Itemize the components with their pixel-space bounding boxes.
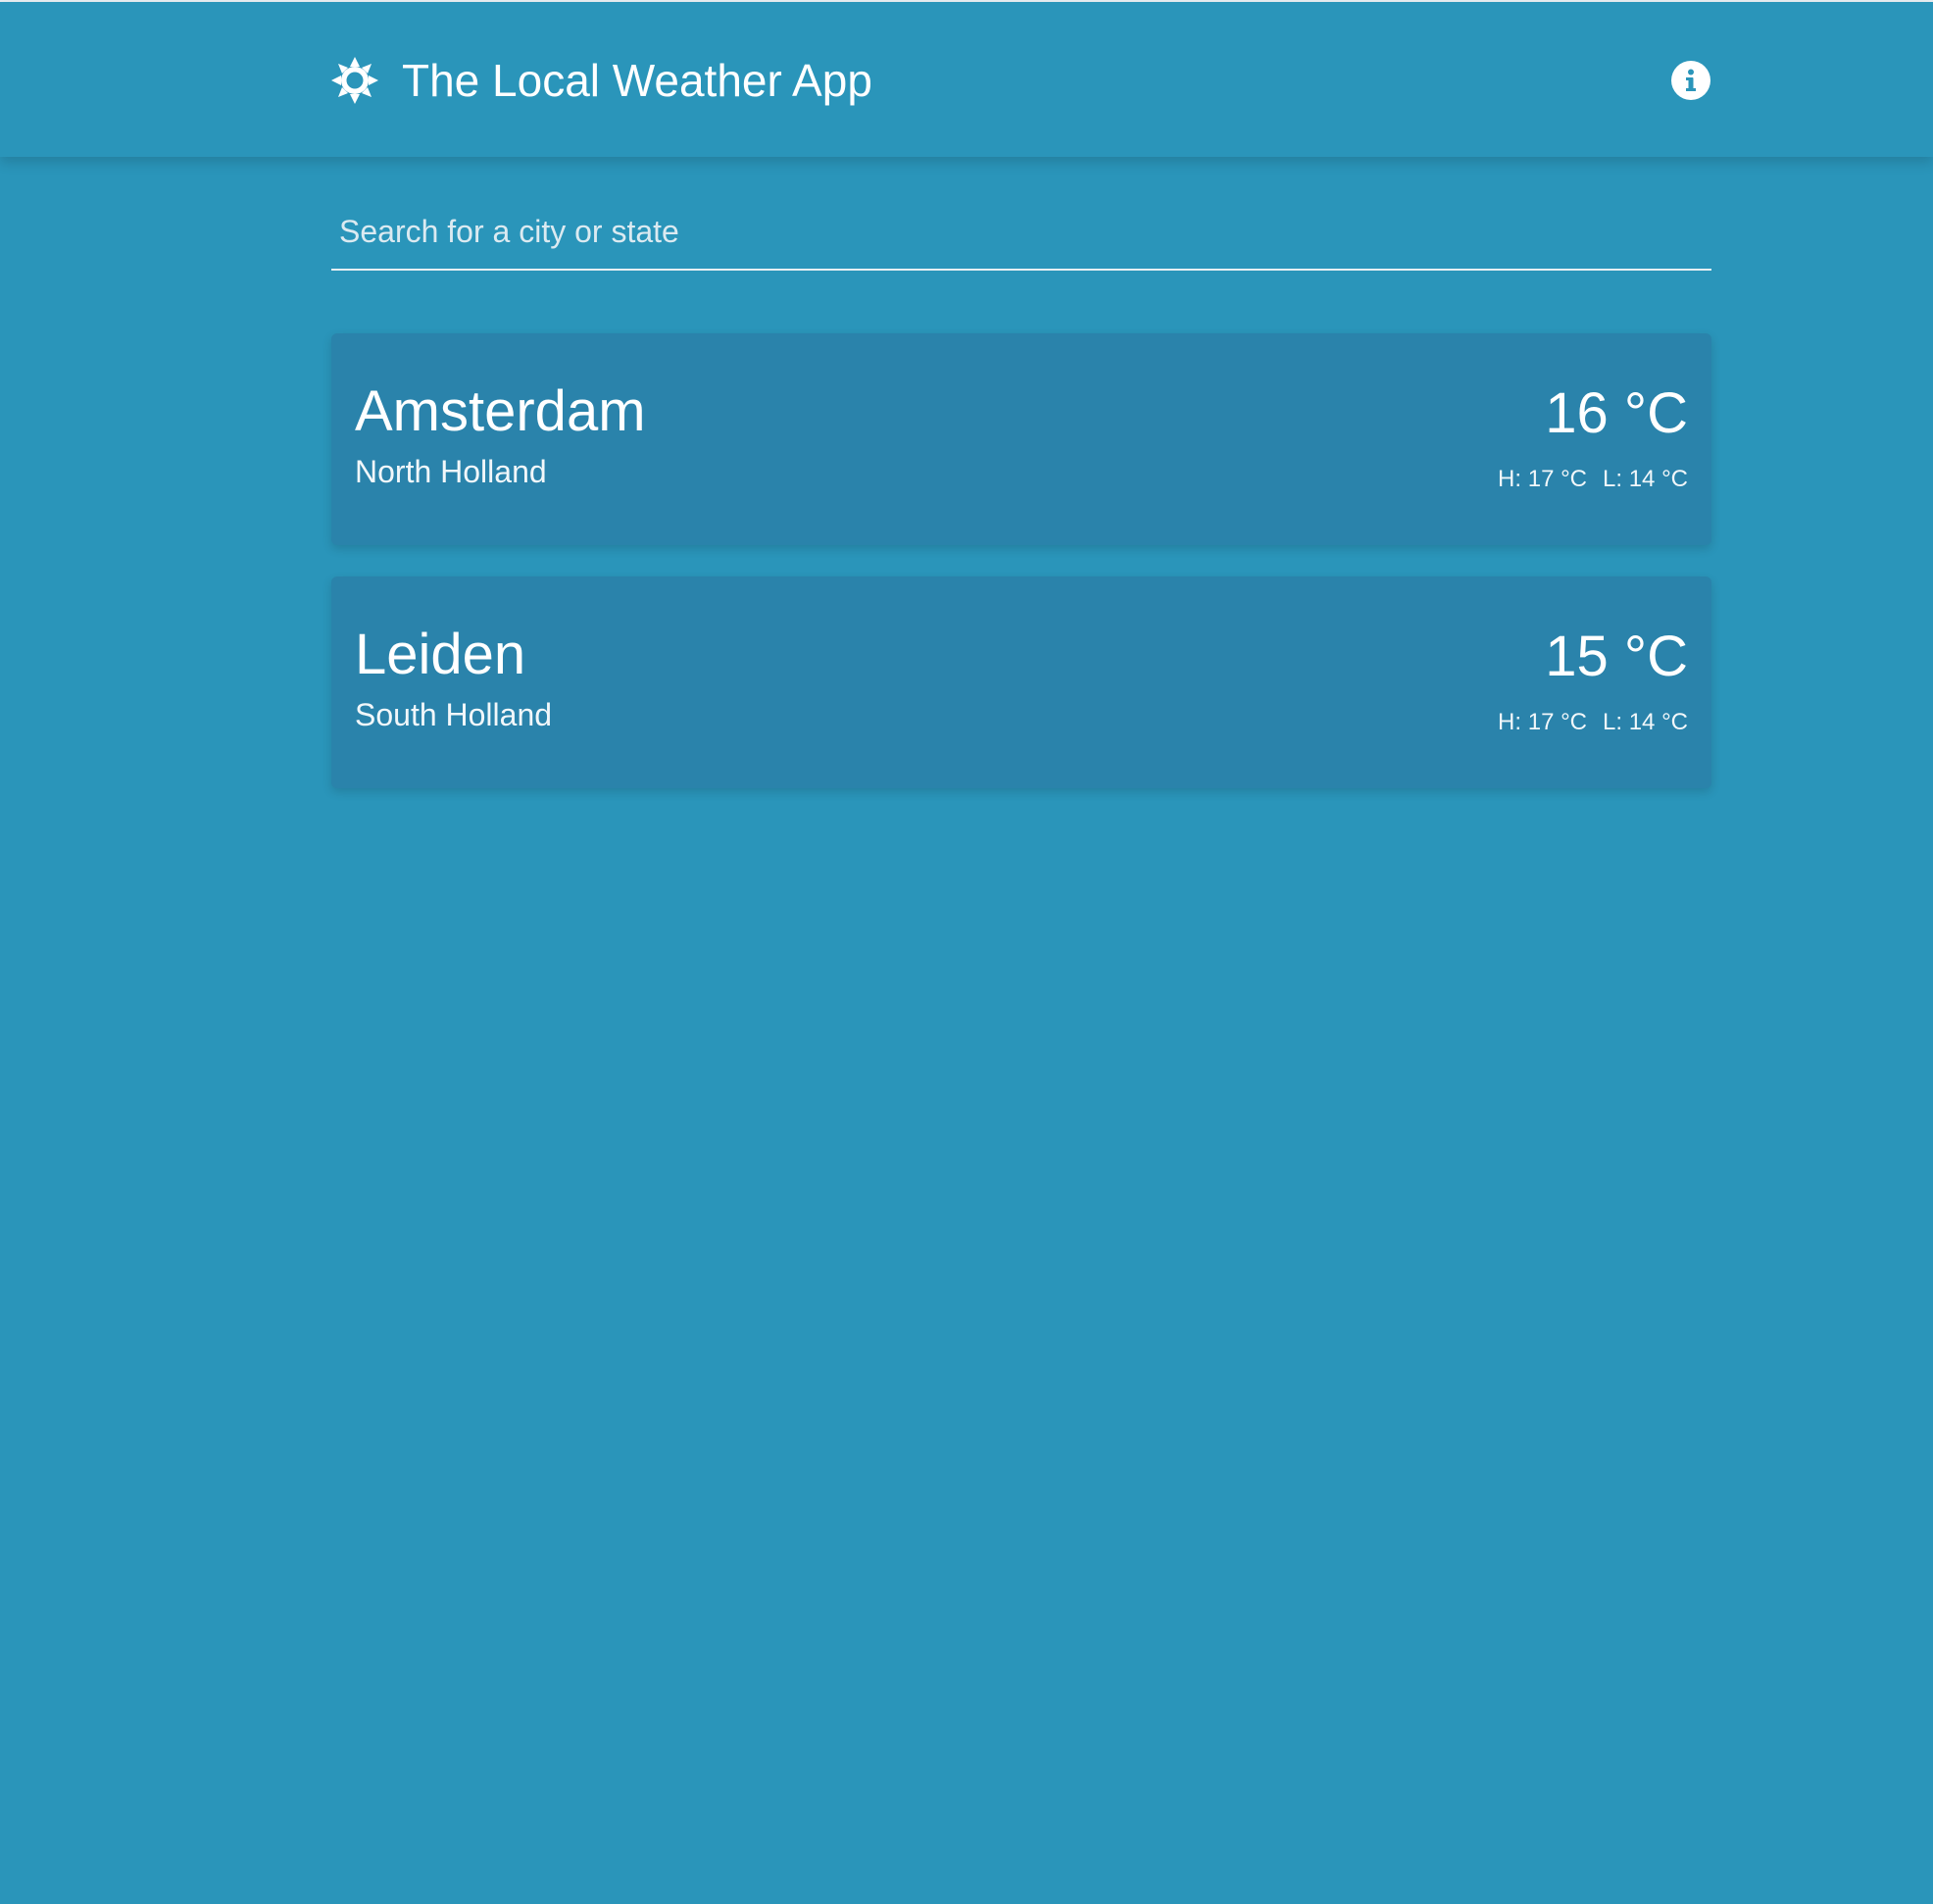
high-temperature: H: 17 °C <box>1498 709 1588 735</box>
city-region: South Holland <box>355 697 553 732</box>
brand: The Local Weather App <box>329 55 872 106</box>
search-input[interactable] <box>331 196 1711 267</box>
high-temperature: H: 17 °C <box>1498 466 1588 492</box>
current-temperature: 16 °C <box>1545 381 1688 445</box>
high-low-temperatures: H: 17 °C L: 14 °C <box>1498 465 1688 494</box>
app-header: The Local Weather App <box>0 2 1933 157</box>
city-name: Leiden <box>355 623 526 686</box>
high-low-temperatures: H: 17 °C L: 14 °C <box>1498 708 1688 737</box>
app-title: The Local Weather App <box>402 55 872 106</box>
low-temperature: L: 14 °C <box>1603 709 1688 735</box>
low-temperature: L: 14 °C <box>1603 466 1688 492</box>
city-region: North Holland <box>355 454 547 489</box>
info-icon[interactable] <box>1670 60 1711 101</box>
city-name: Amsterdam <box>355 379 646 443</box>
search-field <box>331 196 1711 271</box>
sun-icon <box>331 57 378 104</box>
city-card-amsterdam[interactable]: Amsterdam North Holland 16 °C H: 17 °C L:… <box>331 333 1711 545</box>
current-temperature: 15 °C <box>1545 625 1688 688</box>
city-list: Amsterdam North Holland 16 °C H: 17 °C L:… <box>331 333 1711 820</box>
city-card-leiden[interactable]: Leiden South Holland 15 °C H: 17 °C L: 14… <box>331 576 1711 788</box>
